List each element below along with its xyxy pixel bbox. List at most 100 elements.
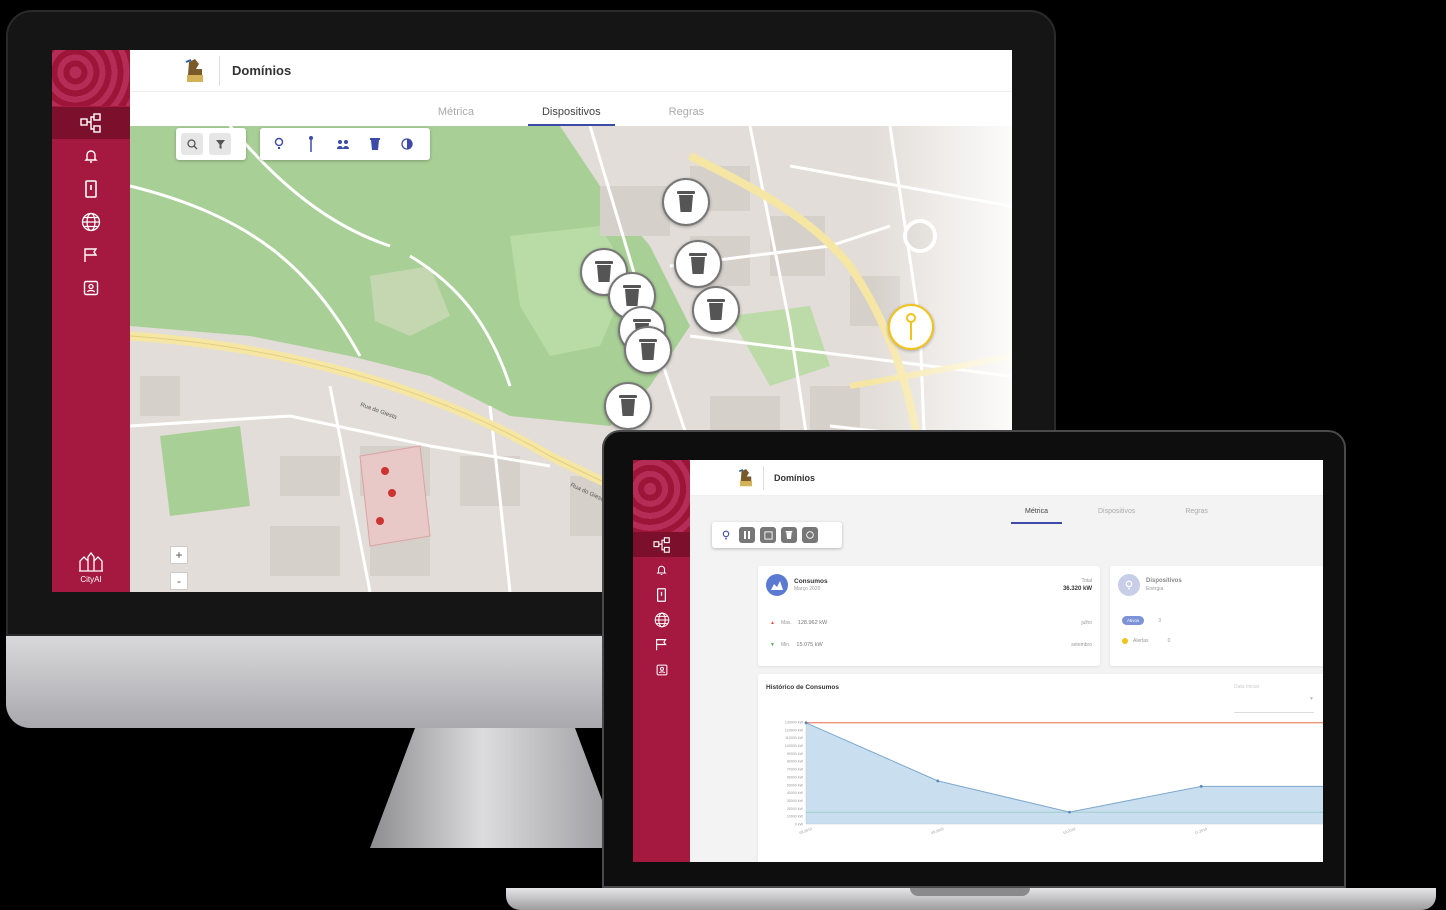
trash-bin-icon [707,299,725,320]
pole-filter-button[interactable] [739,527,755,543]
nav-rules[interactable] [52,239,130,271]
tab-metrics[interactable]: Métrica [424,100,488,126]
streetlight-icon [744,531,750,539]
x-tick-label: 11.2019 [1194,827,1207,835]
sidebar-pattern [52,50,130,106]
flag-icon [656,639,667,651]
y-tick-label: 70000 kW [787,768,804,772]
min-label: Min. [780,642,791,648]
laptop-notch [910,888,1030,896]
page-title: Domínios [232,63,292,78]
min-row: ▼ Min. 15.075 kW setembro [770,642,1092,648]
max-marker: ▲ [770,620,775,626]
card-subtitle: Energia [1146,586,1164,592]
tab-devices[interactable]: Dispositivos [1084,504,1149,524]
metrics-panel: Métrica Dispositivos Regras Consumos Mar… [690,496,1323,862]
search-button[interactable] [181,133,203,155]
monitor-stand [370,728,620,848]
waste-bin-marker[interactable] [692,286,740,334]
tab-bar: Métrica Dispositivos Regras [130,100,1012,126]
consumption-area [806,722,1323,824]
devices-card: Dispositivos Energia Ativos 3 Alertas 0 [1110,566,1323,666]
nav-rules[interactable] [633,632,690,657]
nav-alerts[interactable] [52,140,130,172]
trash-bin-icon [623,285,641,306]
tab-rules[interactable]: Regras [655,100,718,126]
max-row: ▲ Max. 128.962 kW julho [770,620,1092,626]
data-point[interactable] [1199,784,1203,788]
contrast-icon [401,138,413,150]
lamp-filter-button[interactable] [718,527,734,543]
alerts-label: Alertas [1133,638,1149,644]
tab-devices[interactable]: Dispositivos [527,100,615,126]
min-time: setembro [1071,642,1092,648]
device-icon [85,180,97,198]
streetlight-icon [906,313,916,340]
y-tick-label: 90000 kW [787,752,804,756]
app-logo[interactable] [170,55,220,86]
history-card: Histórico de Consumos Data Inicial ▼ 130… [758,674,1323,862]
alert-dot [1122,638,1128,644]
nav-contacts[interactable] [633,657,690,682]
y-tick-label: 40000 kW [787,791,804,795]
device-type-toolbar [712,522,842,548]
bin-filter-button[interactable] [781,527,797,543]
card-subtitle: Março 2020 [794,586,821,592]
nav-contacts[interactable] [52,272,130,304]
zoom-in-button[interactable]: + [170,546,188,564]
y-tick-label: 30000 kW [787,799,804,803]
tab-rules[interactable]: Regras [1171,504,1222,524]
zoom-out-button[interactable]: - [170,572,188,590]
waste-bin-marker[interactable] [662,178,710,226]
y-tick-label: 120000 kW [785,728,804,732]
city-icon [79,551,103,572]
data-point[interactable] [936,779,940,783]
laptop-screen: Domínios Métrica Dispositivos Regras Con… [633,460,1323,862]
globe-icon [81,212,101,232]
filter-button[interactable] [209,133,231,155]
device-type-toolbar [260,128,430,160]
devices-icon [1118,574,1140,596]
water-filter-button[interactable] [802,527,818,543]
data-point[interactable] [804,721,808,725]
nav-globe[interactable] [52,206,130,238]
streetlight-marker[interactable] [888,304,934,350]
mascot-icon [738,468,752,486]
data-point[interactable] [1068,810,1071,814]
water-filter-button[interactable] [396,133,418,155]
bell-icon [84,150,98,163]
y-tick-label: 130000 kW [785,721,804,725]
pole-filter-button[interactable] [300,133,322,155]
streetlight-icon [309,136,313,152]
nav-devices[interactable] [633,582,690,607]
waste-bin-marker[interactable] [674,240,722,288]
card-title: Consumos [794,578,828,585]
nav-domains[interactable] [633,532,690,557]
tab-metrics[interactable]: Métrica [1011,504,1062,524]
nav-alerts[interactable] [633,557,690,582]
filter-icon [215,139,225,149]
people-filter-button[interactable] [760,527,776,543]
y-tick-label: 110000 kW [785,736,804,740]
bin-filter-button[interactable] [364,133,386,155]
nav-domains[interactable] [52,107,130,139]
x-tick-label: 10.2019 [1062,827,1076,835]
trash-bin-icon [785,531,793,539]
people-icon [337,140,349,149]
active-count: 3 [1158,617,1162,624]
active-badge: Ativos [1122,616,1145,625]
bulb-icon [274,137,284,149]
lamp-filter-button[interactable] [268,133,290,155]
x-tick-label: 08.2019 [799,827,813,835]
nav-devices[interactable] [52,173,130,205]
nav-globe[interactable] [633,607,690,632]
people-filter-button[interactable] [332,133,354,155]
waste-bin-marker[interactable] [604,382,652,430]
people-icon [763,530,773,540]
min-marker: ▼ [770,642,775,648]
waste-bin-marker[interactable] [624,326,672,374]
app-logo[interactable] [728,465,764,490]
trash-bin-icon [639,339,657,360]
sidebar-pattern [633,460,690,532]
bulb-icon [722,530,730,539]
